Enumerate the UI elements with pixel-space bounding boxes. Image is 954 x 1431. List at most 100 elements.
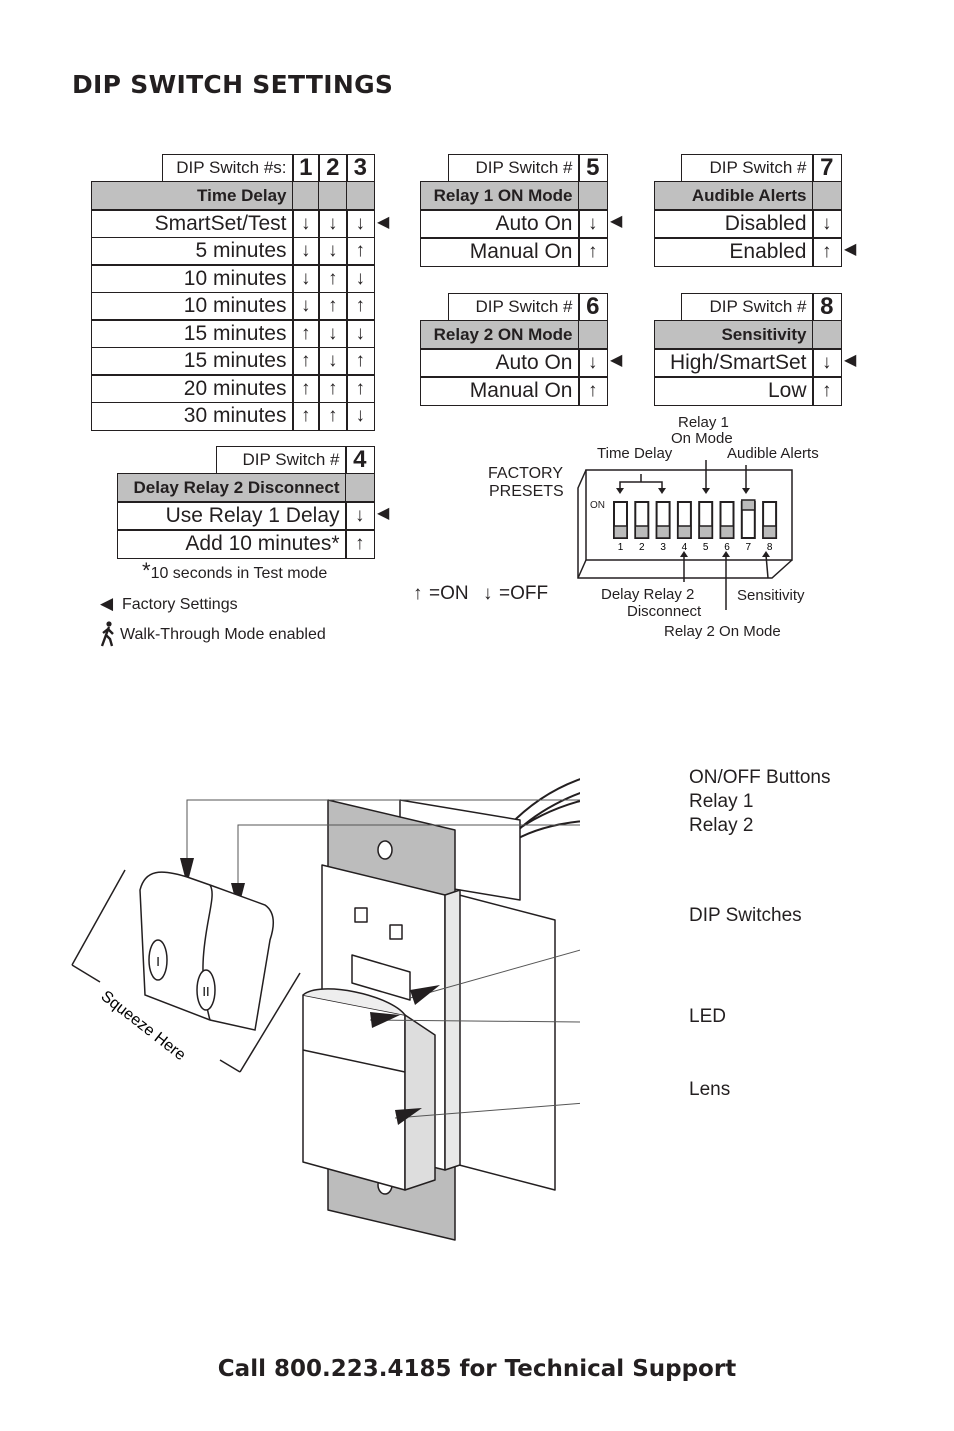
label-dip-switches: DIP Switches: [689, 905, 802, 926]
section-blank-cell: [812, 181, 842, 211]
button2-glyph: II: [202, 984, 209, 999]
switch-state-on-icon: ↑: [578, 237, 608, 267]
switch-state-off-icon: ↓: [812, 209, 842, 239]
factory-setting-pointer-icon: ◀: [610, 352, 623, 369]
label-lens: Lens: [689, 1079, 731, 1100]
switch-state-off-icon: ↓: [292, 264, 320, 293]
switch-number-3: 3: [346, 154, 375, 183]
switch-state-off-icon: ↓: [346, 319, 375, 348]
switch-state-off-icon: ↓: [346, 264, 375, 293]
factory-setting-pointer-icon: ◀: [844, 241, 857, 258]
section-blank-cell: [292, 181, 320, 211]
switch-state-on-icon: ↑: [345, 529, 375, 559]
dip-switch-knob: [762, 525, 777, 539]
factory-setting-pointer-icon: ◀: [377, 505, 390, 522]
switch-state-on-icon: ↑: [346, 291, 375, 321]
time-delay-option: 5 minutes: [91, 236, 294, 266]
switch-number-4: 4: [345, 446, 375, 475]
footnote-text: 10 seconds in Test mode: [150, 565, 328, 582]
dip-switch-header-label: DIP Switch #s:: [162, 154, 294, 183]
legend-on: =ON: [429, 583, 469, 604]
switch-state-on-icon: ↑: [292, 374, 320, 403]
factory-setting-pointer-icon: ◀: [610, 213, 623, 230]
switch-state-on-icon: ↑: [346, 346, 375, 376]
switch-state-on-icon: ↑: [292, 401, 320, 431]
dip-switch-knob: [655, 525, 671, 539]
on-arrow-icon: ↑: [413, 583, 423, 604]
switch-state-on-icon: ↑: [318, 291, 348, 321]
label-led: LED: [689, 1006, 726, 1027]
time-delay-option: 10 minutes: [91, 291, 294, 321]
switch-state-off-icon: ↓: [292, 236, 320, 266]
switch-state-on-icon: ↑: [578, 376, 608, 406]
switch-state-off-icon: ↓: [318, 236, 348, 266]
time-delay-option: 10 minutes: [91, 264, 294, 293]
section-blank-cell: [346, 181, 375, 211]
option-auto-on: Auto On: [420, 209, 580, 239]
factory-setting-pointer-icon: ◀: [844, 352, 857, 369]
dip-switch-knob: [719, 525, 735, 539]
option-use-relay-1-delay: Use Relay 1 Delay: [117, 501, 347, 531]
section-time-delay: Time Delay: [91, 181, 294, 211]
time-delay-option: 30 minutes: [91, 401, 294, 431]
section-delay-relay-2-disconnect: Delay Relay 2 Disconnect: [117, 473, 347, 503]
switch-number-2: 2: [318, 154, 348, 183]
callout-relay1-line1: Relay 1: [678, 414, 729, 431]
switch-state-off-icon: ↓: [318, 346, 348, 376]
dip-switch-number: 6: [724, 542, 730, 553]
dip-switch-number: 4: [682, 542, 688, 553]
dip-switch-number: 1: [618, 542, 624, 553]
switch-number-5: 5: [578, 154, 608, 183]
factory-pointer-icon: ◀: [100, 594, 114, 613]
switch-state-on-icon: ↑: [318, 264, 348, 293]
footnote-mark: *: [142, 558, 151, 583]
label-relay1: Relay 1: [689, 791, 754, 812]
switch-state-on-icon: ↑: [318, 401, 348, 431]
label-relay2: Relay 2: [689, 815, 754, 836]
switch-state-off-icon: ↓: [812, 348, 842, 378]
option-enabled: Enabled: [654, 237, 814, 267]
time-delay-option: 15 minutes: [91, 346, 294, 376]
option-manual-on: Manual On: [420, 376, 580, 406]
time-delay-option: 20 minutes: [91, 374, 294, 403]
switch-state-on-icon: ↑: [812, 237, 842, 267]
dip-switch-number: 5: [703, 542, 709, 553]
dip-switch-number: 8: [767, 542, 773, 553]
button1-glyph: I: [156, 954, 160, 969]
factory-presets-dip-switch: ON 1 2 3 4 5 6 7 8: [577, 460, 793, 610]
section-relay-1-on-mode: Relay 1 ON Mode: [420, 181, 580, 211]
option-disabled: Disabled: [654, 209, 814, 239]
dip-switch-knob: [634, 525, 650, 539]
option-add-10-minutes-: Add 10 minutes*: [117, 529, 347, 559]
callout-relay2-on-mode: Relay 2 On Mode: [664, 623, 781, 640]
switch-number-1: 1: [292, 154, 320, 183]
legend-walk-through: Walk-Through Mode enabled: [120, 626, 326, 643]
switch-number-6: 6: [578, 293, 608, 322]
section-relay-2-on-mode: Relay 2 ON Mode: [420, 320, 580, 350]
legend-factory-settings: Factory Settings: [122, 596, 238, 613]
section-blank-cell: [578, 320, 608, 350]
time-delay-option: 15 minutes: [91, 319, 294, 348]
option-high-smartset: High/SmartSet: [654, 348, 814, 378]
section-audible-alerts: Audible Alerts: [654, 181, 814, 211]
dip-switch-header-label: DIP Switch #: [448, 154, 580, 183]
switch-state-off-icon: ↓: [346, 209, 375, 238]
switch-state-on-icon: ↑: [346, 236, 375, 266]
switch-state-off-icon: ↓: [292, 209, 320, 238]
switch-state-on-icon: ↑: [318, 374, 348, 403]
factory-presets-line1: FACTORY: [488, 465, 563, 482]
dip-switch-knob: [698, 525, 713, 539]
switch-state-on-icon: ↑: [812, 376, 842, 406]
switch-state-off-icon: ↓: [578, 209, 608, 239]
dip-switch-header-label: DIP Switch #: [681, 293, 814, 322]
factory-setting-pointer-icon: ◀: [377, 214, 390, 231]
label-on-off-buttons: ON/OFF Buttons: [689, 767, 831, 788]
footnote: *10 seconds in Test mode: [142, 558, 327, 584]
dip-switch-header-label: DIP Switch #: [216, 446, 347, 475]
off-arrow-icon: ↓: [483, 583, 493, 604]
switch-state-on-icon: ↑: [292, 346, 320, 376]
option-manual-on: Manual On: [420, 237, 580, 267]
time-delay-option: SmartSet/Test: [91, 209, 294, 238]
section-sensitivity: Sensitivity: [654, 320, 814, 350]
switch-state-off-icon: ↓: [292, 291, 320, 321]
